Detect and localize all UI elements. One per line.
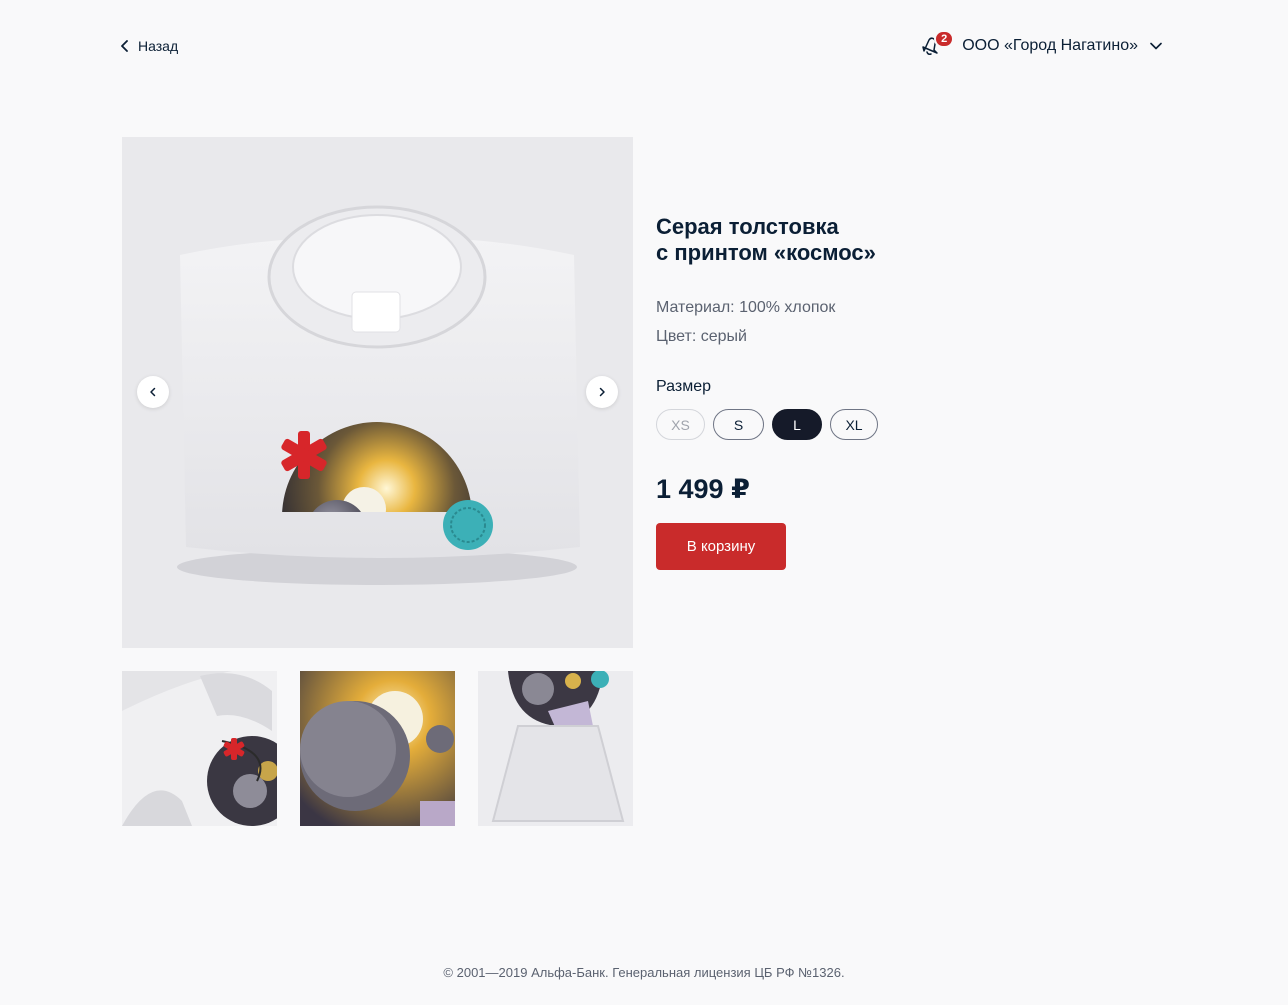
size-option-l[interactable]: L	[772, 409, 822, 440]
print-closeup-thumbnail	[300, 671, 455, 826]
back-label: Назад	[138, 38, 179, 54]
thumbnail-3[interactable]	[478, 671, 633, 826]
chevron-right-icon	[599, 387, 605, 397]
product-material: Материал: 100% хлопок	[656, 299, 836, 316]
footer-copyright: © 2001—2019 Альфа-Банк. Генеральная лице…	[443, 965, 845, 980]
chevron-left-icon	[150, 387, 156, 397]
product-title: Серая толстовка с принтом «космос»	[656, 214, 876, 265]
size-option-xs[interactable]: XS	[656, 409, 705, 440]
product-price: 1 499 ₽	[656, 474, 750, 504]
product-color: Цвет: серый	[656, 328, 747, 345]
add-to-cart-button[interactable]: В корзину	[656, 523, 786, 570]
gallery-prev-button[interactable]	[137, 376, 169, 408]
account-bar: 2 ООО «Город Нагатино»	[920, 30, 1162, 58]
thumbnail-strip	[122, 671, 633, 826]
size-label: Размер	[656, 378, 711, 395]
size-option-xl[interactable]: XL	[830, 409, 878, 440]
chevron-left-icon	[121, 40, 128, 52]
back-link[interactable]: Назад	[120, 36, 178, 56]
size-selector: XS S L XL	[656, 409, 1076, 440]
company-name: ООО «Город Нагатино»	[962, 37, 1138, 54]
thumbnail-2[interactable]	[300, 671, 455, 826]
size-option-s[interactable]: S	[713, 409, 764, 440]
product-main-image	[122, 137, 633, 648]
company-selector[interactable]: ООО «Город Нагатино»	[962, 37, 1162, 55]
hoodie-pocket-thumbnail	[478, 671, 633, 826]
gallery-next-button[interactable]	[586, 376, 618, 408]
chevron-down-icon	[1150, 42, 1162, 50]
sweatshirt-photo	[122, 137, 633, 648]
thumbnail-1[interactable]	[122, 671, 277, 826]
notifications-badge: 2	[934, 30, 955, 48]
product-info: Серая толстовка с принтом «космос» Матер…	[656, 214, 1076, 570]
hoodie-side-thumbnail	[122, 671, 277, 826]
notifications-button[interactable]: 2	[920, 30, 955, 58]
